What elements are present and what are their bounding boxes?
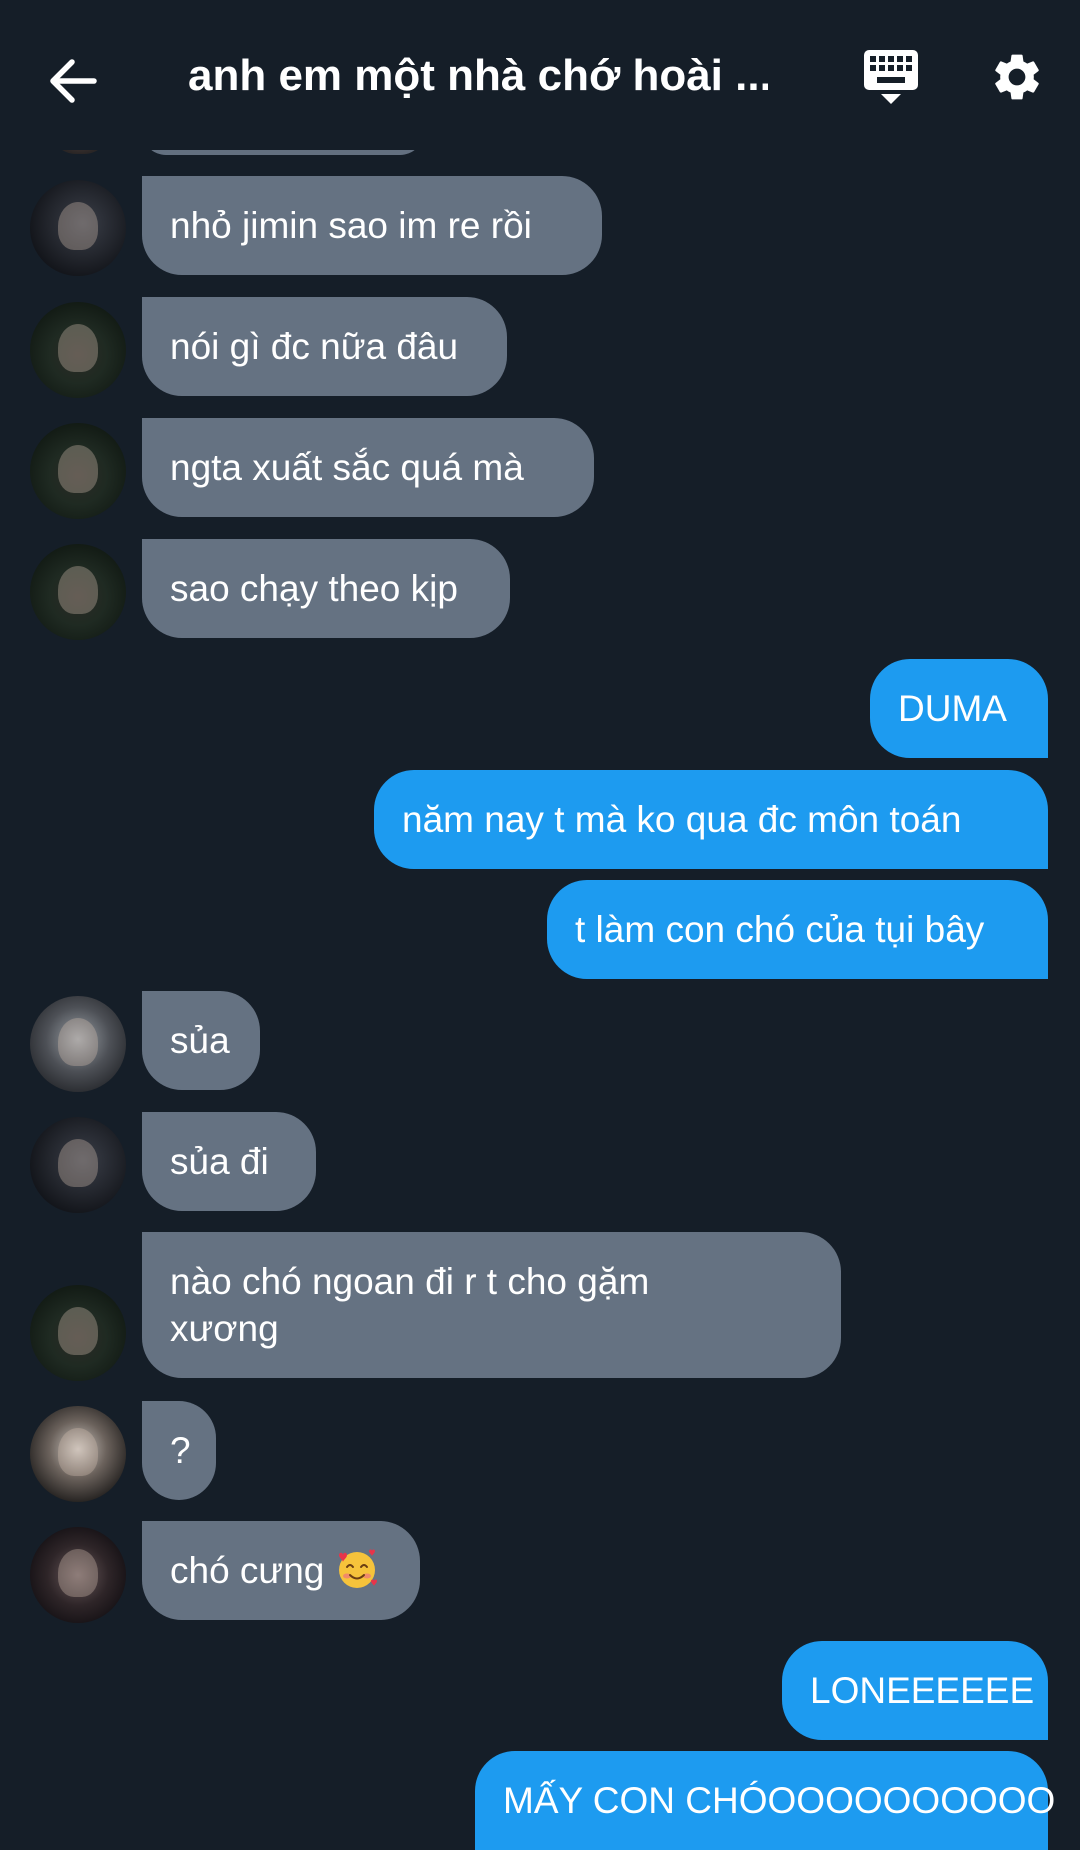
- message-bubble[interactable]: ?: [142, 1401, 216, 1500]
- message-bubble[interactable]: năm nay t mà ko qua đc môn toán: [374, 770, 1048, 869]
- settings-button[interactable]: [986, 46, 1048, 108]
- message-bubble[interactable]: t làm con chó của tụi bây: [547, 880, 1048, 979]
- message-bubble[interactable]: nhỏ jimin sao im re rồi: [142, 176, 602, 275]
- gear-icon: [995, 54, 1039, 100]
- message-bubble[interactable]: sao chạy theo kịp: [142, 539, 510, 638]
- keyboard-icon: [864, 50, 918, 104]
- message-bubble[interactable]: sủa đi: [142, 1112, 316, 1211]
- message-bubble[interactable]: LONEEEEEE: [782, 1641, 1048, 1740]
- message-bubble[interactable]: ngta xuất sắc quá mà: [142, 418, 594, 517]
- avatar[interactable]: [30, 302, 126, 398]
- smiling-face-with-hearts-emoji: [338, 1549, 377, 1588]
- message-bubble[interactable]: nào chó ngoan đi r t cho gặm xương: [142, 1232, 841, 1378]
- avatar[interactable]: [30, 1406, 126, 1502]
- message-bubble[interactable]: chó cưng: [142, 1521, 420, 1620]
- message-bubble[interactable]: sủa: [142, 991, 260, 1090]
- message-bubble[interactable]: MẤY CON CHÓOOOOOOOOOO: [475, 1751, 1055, 1850]
- arrow-left-icon: [50, 59, 97, 103]
- page-title: anh em một nhà chớ hoài ...: [188, 51, 768, 100]
- back-button[interactable]: [42, 50, 104, 112]
- chat-header: anh em một nhà chớ hoài ...: [0, 0, 1080, 150]
- avatar[interactable]: [30, 1527, 126, 1623]
- avatar[interactable]: [30, 1285, 126, 1381]
- avatar[interactable]: [30, 180, 126, 276]
- avatar[interactable]: [30, 1117, 126, 1213]
- avatar[interactable]: [30, 423, 126, 519]
- keyboard-button[interactable]: [858, 44, 924, 110]
- message-text: chó cưng: [170, 1550, 325, 1591]
- avatar[interactable]: [30, 544, 126, 640]
- avatar[interactable]: [30, 996, 126, 1092]
- message-bubble[interactable]: nói gì đc nữa đâu: [142, 297, 507, 396]
- message-bubble[interactable]: DUMA: [870, 659, 1048, 758]
